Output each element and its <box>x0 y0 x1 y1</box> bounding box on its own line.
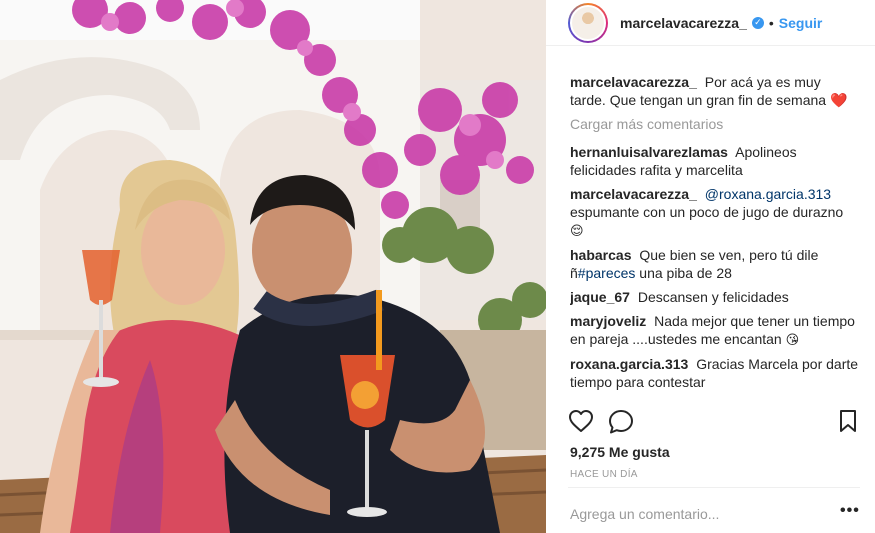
add-comment-input[interactable] <box>570 502 830 526</box>
comments-list[interactable]: marcelavacarezza_ Por acá ya es muy tard… <box>570 73 860 397</box>
comment-item: marcelavacarezza_ @roxana.garcia.313 esp… <box>570 185 860 240</box>
verified-badge-icon: ✓ <box>751 16 764 29</box>
comment-item: hernanluisalvarezlamas Apolineos felicid… <box>570 143 860 179</box>
bookmark-icon[interactable] <box>838 409 858 433</box>
comment-text-after: una piba de 28 <box>639 265 732 281</box>
ellipsis-icon[interactable]: ••• <box>840 503 860 519</box>
comment-username[interactable]: jaque_67 <box>570 289 630 305</box>
separator-dot: • <box>768 14 774 31</box>
comment-text: espumante con un poco de jugo de durazno <box>570 204 844 220</box>
relieved-emoji: 😌 <box>570 223 584 238</box>
follow-button[interactable]: Seguir <box>779 15 823 31</box>
post-timestamp[interactable]: HACE UN DÍA <box>570 469 638 480</box>
comment-username[interactable]: marcelavacarezza_ <box>570 186 697 202</box>
speech-bubble-icon[interactable] <box>608 409 634 435</box>
comment-item: jaque_67 Descansen y felicidades <box>570 288 860 306</box>
comment-mention[interactable]: @roxana.garcia.313 <box>705 186 831 202</box>
caption-username[interactable]: marcelavacarezza_ <box>570 74 697 90</box>
post-username[interactable]: marcelavacarezza_ <box>620 15 747 31</box>
post-photo[interactable] <box>0 0 546 533</box>
comment-text: Descansen y felicidades <box>637 289 789 305</box>
heart-outline-icon[interactable] <box>568 409 594 433</box>
comment-hashtag[interactable]: #pareces <box>578 265 636 281</box>
likes-count[interactable]: 9,275 Me gusta <box>570 444 670 460</box>
comment-username[interactable]: hernanluisalvarezlamas <box>570 144 728 160</box>
photo-illustration <box>0 0 546 533</box>
divider <box>568 487 860 488</box>
load-more-comments-button[interactable]: Cargar más comentarios <box>570 115 860 133</box>
kiss-emoji: 😘 <box>785 332 800 347</box>
comment-username[interactable]: roxana.garcia.313 <box>570 356 688 372</box>
heart-emoji: ❤️ <box>829 92 848 108</box>
action-bar <box>568 406 860 436</box>
post-sidebar: marcelavacarezza_ ✓ • Seguir marcelavaca… <box>546 0 875 533</box>
comment-username[interactable]: maryjoveliz <box>570 313 646 329</box>
post-header: marcelavacarezza_ ✓ • Seguir <box>546 0 875 46</box>
comment-item: habarcas Que bien se ven, pero tú dile ñ… <box>570 246 860 282</box>
caption: marcelavacarezza_ Por acá ya es muy tard… <box>570 73 860 109</box>
comment-item: maryjoveliz Nada mejor que tener un tiem… <box>570 312 860 349</box>
avatar[interactable] <box>568 2 608 43</box>
comment-username[interactable]: habarcas <box>570 247 631 263</box>
comment-item: roxana.garcia.313 Gracias Marcela por da… <box>570 355 860 391</box>
